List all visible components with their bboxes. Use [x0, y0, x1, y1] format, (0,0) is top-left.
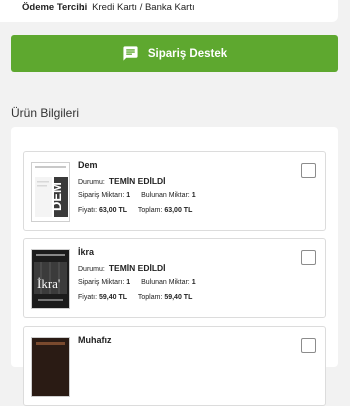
total-label: Toplam: [137, 294, 163, 301]
status-value: TEMİN EDİLDİ [108, 176, 166, 186]
product-card: DEM Dem Durumu: TEMİN EDİLDİ Sipariş Mikt… [23, 151, 326, 231]
product-status-line: Durumu: TEMİN EDİLDİ [78, 176, 166, 186]
product-quantity-line: Sipariş Miktarı: 1 Bulunan Miktar: 1 [78, 279, 196, 286]
total-label: Toplam: [137, 207, 163, 214]
product-quantity-line: Sipariş Miktarı: 1 Bulunan Miktar: 1 [78, 192, 196, 199]
payment-preference-label: Ödeme Tercihi [22, 2, 88, 13]
found-quantity-label: Bulunan Miktar: [141, 192, 190, 199]
price-value: 59,40 TL [99, 294, 128, 301]
product-status-line: Durumu: TEMİN EDİLDİ [78, 263, 166, 273]
price-label: Fiyatı: [78, 294, 98, 301]
order-support-button[interactable]: Sipariş Destek [11, 35, 338, 72]
section-title-product-info: Ürün Bilgileri [11, 106, 80, 120]
product-list: DEM Dem Durumu: TEMİN EDİLDİ Sipariş Mikt… [11, 127, 338, 406]
status-value: TEMİN EDİLDİ [108, 263, 166, 273]
ordered-quantity-value: 1 [126, 279, 131, 286]
product-select-checkbox[interactable] [301, 338, 316, 353]
ordered-quantity-value: 1 [126, 192, 131, 199]
status-label: Durumu: [78, 266, 105, 273]
status-label: Durumu: [78, 179, 105, 186]
product-cover-image [31, 337, 70, 397]
total-value: 63,00 TL [164, 207, 193, 214]
product-price-line: Fiyatı: 63,00 TL Toplam: 63,00 TL [78, 207, 192, 214]
product-name: İkra [78, 247, 95, 257]
product-select-checkbox[interactable] [301, 163, 316, 178]
order-support-label: Sipariş Destek [147, 47, 228, 60]
found-quantity-value: 1 [191, 279, 196, 286]
payment-preference-value: Kredi Kartı / Banka Kartı [92, 2, 195, 13]
found-quantity-value: 1 [191, 192, 196, 199]
product-card: Muhafız [23, 326, 326, 406]
product-name: Dem [78, 160, 98, 170]
price-label: Fiyatı: [78, 207, 98, 214]
product-cover-image: DEM [31, 162, 70, 222]
price-value: 63,00 TL [99, 207, 128, 214]
payment-info-card: Ödeme Tercihi : Kredi Kartı / Banka Kart… [0, 0, 338, 22]
product-card: İkra' İkra Durumu: TEMİN EDİLDİ Sipariş M… [23, 238, 326, 318]
chat-icon [122, 45, 139, 62]
product-name: Muhafız [78, 335, 112, 345]
product-price-line: Fiyatı: 59,40 TL Toplam: 59,40 TL [78, 294, 192, 301]
ordered-quantity-label: Sipariş Miktarı: [78, 279, 125, 286]
product-cover-image: İkra' [31, 249, 70, 309]
total-value: 59,40 TL [164, 294, 193, 301]
payment-colon: : [81, 2, 85, 13]
found-quantity-label: Bulunan Miktar: [141, 279, 190, 286]
ordered-quantity-label: Sipariş Miktarı: [78, 192, 125, 199]
svg-text:İkra': İkra' [37, 276, 60, 291]
payment-preference-row: Ödeme Tercihi : Kredi Kartı / Banka Kart… [22, 2, 195, 14]
product-select-checkbox[interactable] [301, 250, 316, 265]
